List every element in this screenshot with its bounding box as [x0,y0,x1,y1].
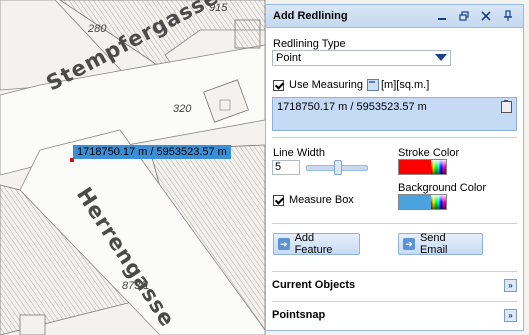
panel-header: Add Redlining [266,5,523,28]
use-measuring-label: Use Measuring [289,79,363,91]
redlining-panel: Add Redlining Redlining Type Point Use M… [265,4,524,331]
stroke-color-picker[interactable] [398,159,447,175]
expand-icon[interactable]: » [504,278,517,292]
send-email-label: Send Email [419,232,448,256]
divider [272,301,517,302]
send-email-button[interactable]: ➜ Send Email [398,232,483,256]
restore-icon[interactable] [457,9,471,23]
units-label: [m][sq.m.] [380,79,430,91]
stroke-color-swatch [399,160,431,174]
calculator-icon[interactable] [366,79,379,91]
use-measuring-checkbox[interactable] [273,79,284,91]
divider [272,137,517,138]
measure-tooltip: 1718750.17 m / 5953523.57 m [73,145,231,159]
add-feature-button[interactable]: ➜ Add Feature [273,232,360,256]
measure-box-checkbox[interactable] [273,194,284,206]
house-number-label: 280 [88,23,107,35]
redlining-type-label: Redlining Type [273,38,346,50]
add-feature-label: Add Feature [294,232,333,256]
color-spectrum-icon[interactable] [431,160,446,174]
clipboard-icon[interactable] [501,100,512,113]
arrow-right-icon: ➜ [403,238,415,250]
minimize-icon[interactable] [435,9,449,23]
close-icon[interactable] [479,9,493,23]
chevron-down-icon [435,54,447,61]
measure-output-text: 1718750.17 m / 5953523.57 m [277,101,427,113]
house-number-label: 320 [173,103,192,115]
measure-box-label: Measure Box [289,194,354,206]
pointsnap-section[interactable]: Pointsnap » [272,305,517,325]
measure-output-field[interactable]: 1718750.17 m / 5953523.57 m [272,97,517,131]
current-objects-title: Current Objects [272,279,356,291]
pin-icon[interactable] [501,9,515,23]
pointsnap-title: Pointsnap [272,309,326,321]
divider [272,223,517,224]
background-color-label: Background Color [398,182,487,194]
redline-point-marker[interactable] [70,158,74,162]
expand-icon[interactable]: » [504,308,517,322]
arrow-right-icon: ➜ [278,238,290,250]
line-width-slider-handle[interactable] [334,160,342,175]
redlining-type-value: Point [276,52,302,64]
color-spectrum-icon[interactable] [431,195,446,209]
divider [272,271,517,272]
stroke-color-label: Stroke Color [398,147,460,159]
current-objects-section[interactable]: Current Objects » [272,275,517,295]
line-width-input[interactable]: 5 [272,160,300,175]
redlining-type-select[interactable]: Point [272,50,451,66]
line-width-label: Line Width [273,147,325,159]
panel-title: Add Redlining [273,10,348,22]
background-color-picker[interactable] [398,194,447,210]
background-color-swatch [399,195,431,209]
